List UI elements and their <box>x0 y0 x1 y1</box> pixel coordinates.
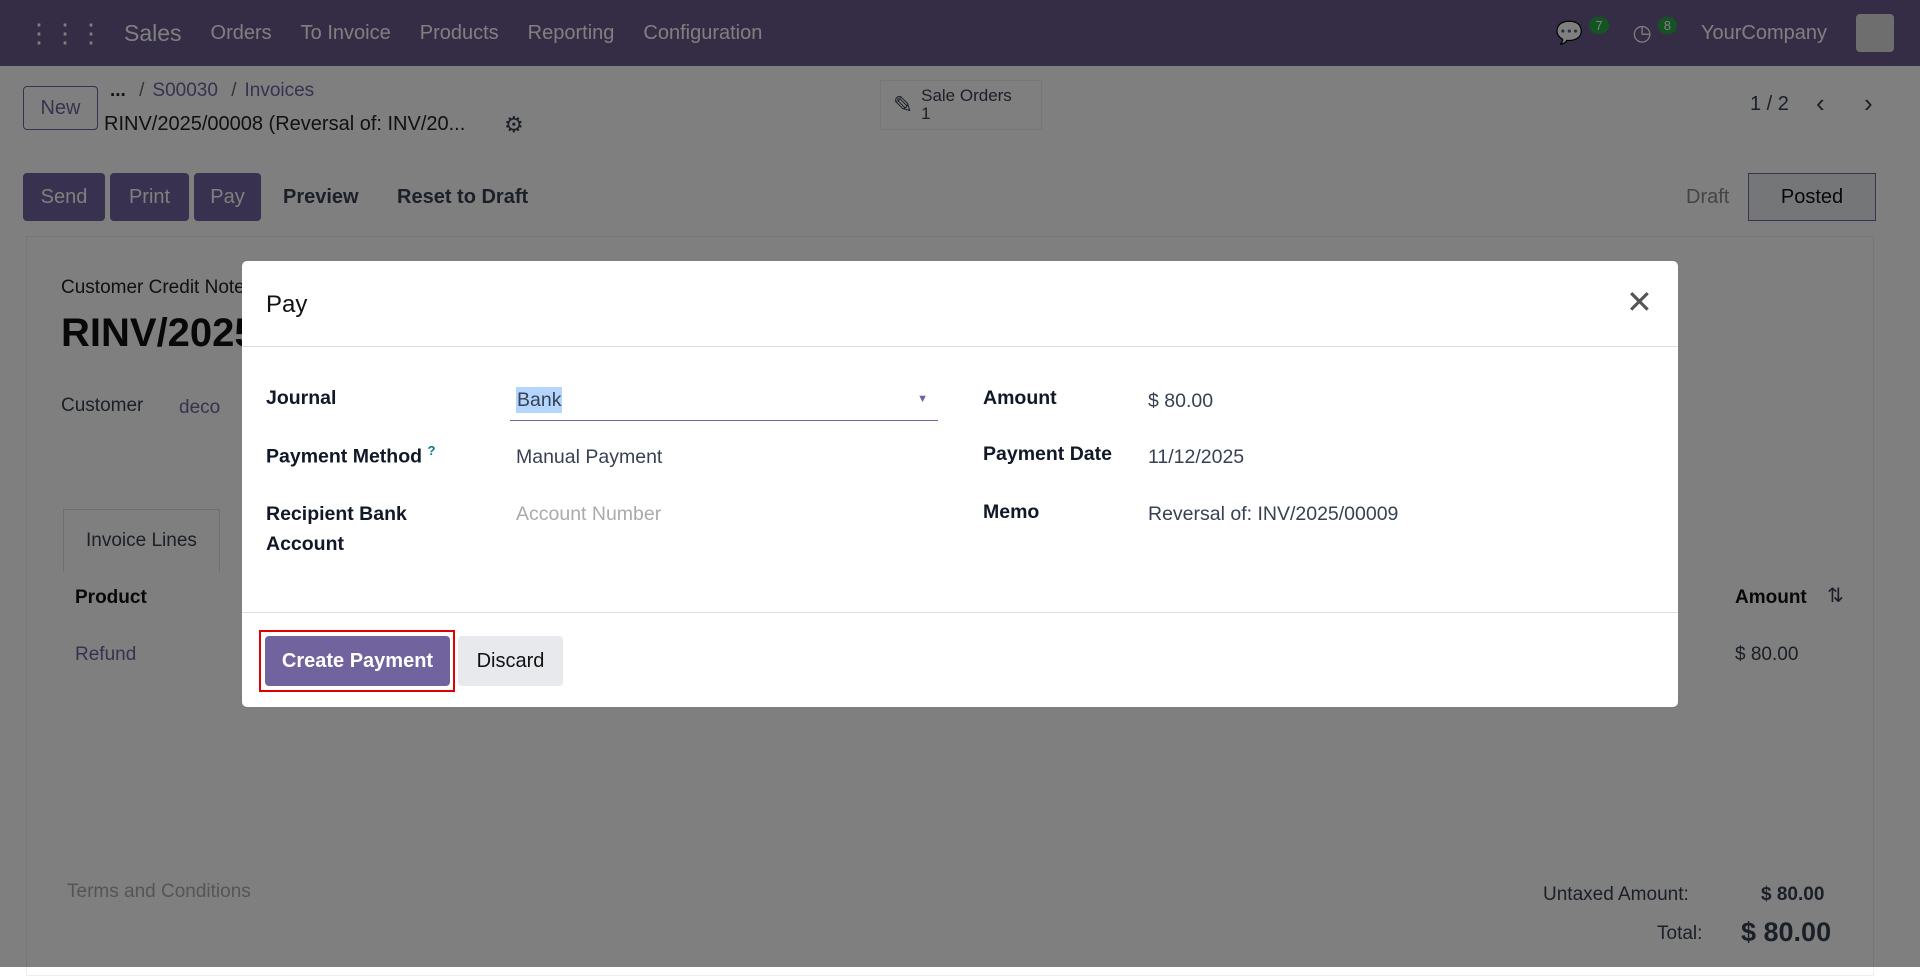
amount-value[interactable]: $ 80.00 <box>1148 390 1213 413</box>
payment-date-label: Payment Date <box>983 443 1112 465</box>
dialog-title: Pay <box>266 291 308 318</box>
payment-method-text: Payment Method <box>266 445 423 468</box>
recipient-bank-label: Recipient Bank Account <box>266 503 407 555</box>
footer-divider <box>242 612 1678 613</box>
close-icon[interactable]: ✕ <box>1626 283 1653 321</box>
journal-label: Journal <box>266 387 337 409</box>
chevron-down-icon: ▼ <box>917 393 928 405</box>
discard-button[interactable]: Discard <box>458 636 563 686</box>
journal-select[interactable]: Bank ▼ <box>510 383 938 421</box>
pay-dialog: Pay ✕ Journal Bank ▼ Payment Method ? Ma… <box>242 261 1678 707</box>
amount-label: Amount <box>983 387 1057 409</box>
memo-label: Memo <box>983 501 1040 523</box>
journal-value: Bank <box>516 387 563 413</box>
help-icon[interactable]: ? <box>427 443 435 458</box>
payment-method-label: Payment Method ? <box>266 443 435 469</box>
header-divider <box>242 346 1678 347</box>
memo-value[interactable]: Reversal of: INV/2025/00009 <box>1148 503 1398 526</box>
create-payment-button[interactable]: Create Payment <box>265 636 450 686</box>
payment-method-value[interactable]: Manual Payment <box>516 446 662 469</box>
payment-date-value[interactable]: 11/12/2025 <box>1148 446 1244 469</box>
recipient-bank-input[interactable]: Account Number <box>516 503 661 526</box>
